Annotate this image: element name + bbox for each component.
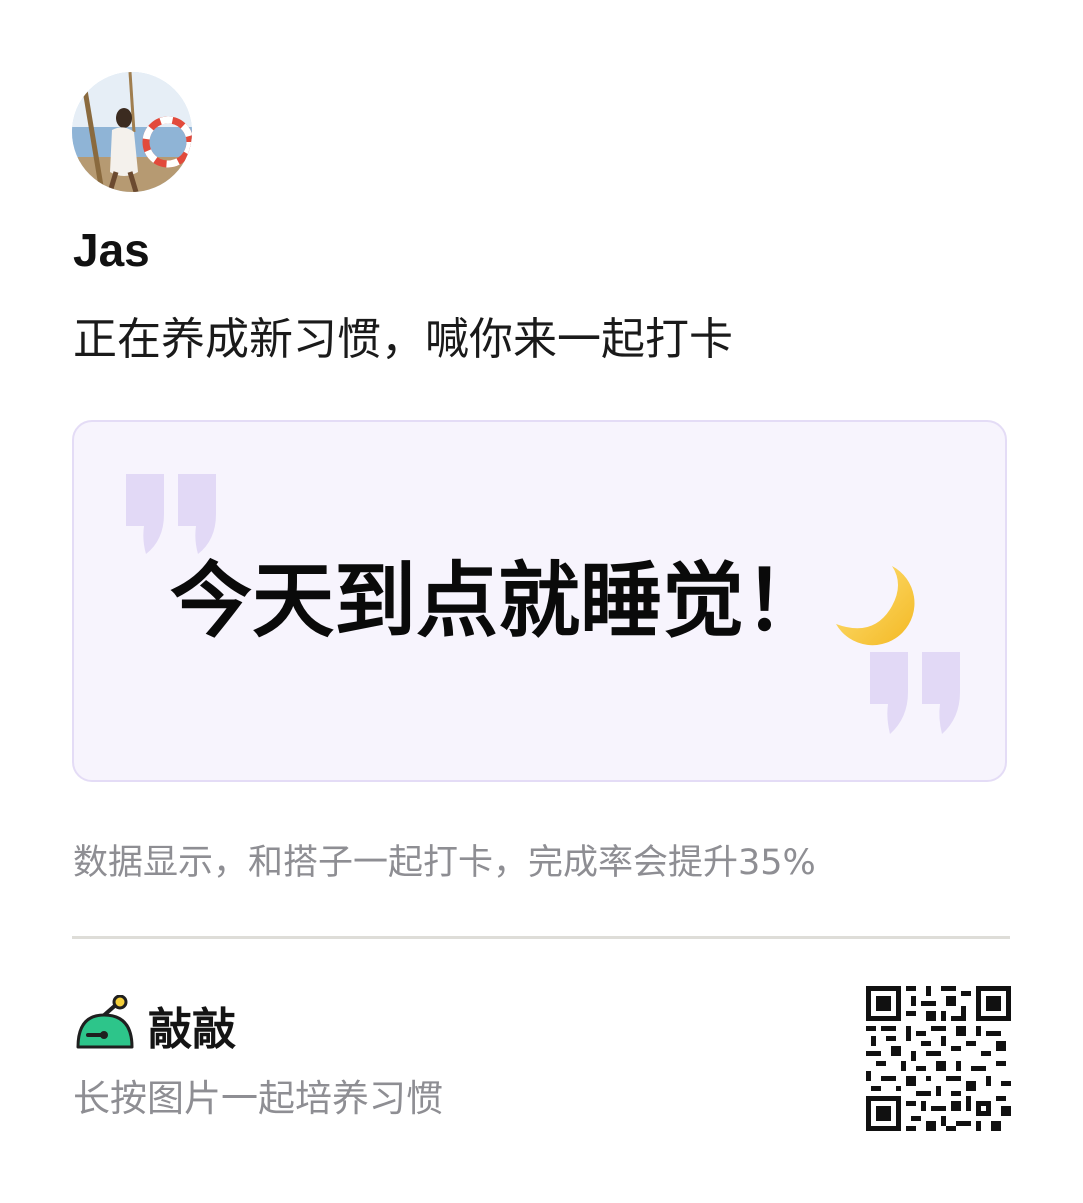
mallet-dome-logo-icon (76, 994, 134, 1049)
qr-code-icon[interactable] (866, 986, 1011, 1131)
crescent-moon-icon (836, 566, 915, 646)
app-name: 敲敲 (148, 1004, 236, 1055)
app-logo (74, 994, 136, 1061)
quote-card: 今天到点就睡觉！ (72, 420, 1007, 782)
habit-quote: 今天到点就睡觉！ (170, 554, 827, 649)
open-quote-icon (126, 474, 216, 554)
close-quote-icon (870, 652, 960, 734)
avatar (72, 72, 192, 192)
invite-message: 正在养成新习惯，喊你来一起打卡 (73, 314, 733, 365)
divider (72, 936, 1010, 939)
app-caption: 长按图片一起培养习惯 (73, 1077, 443, 1120)
stat-note: 数据显示，和搭子一起打卡，完成率会提升35% (73, 843, 816, 883)
user-name: Jas (73, 224, 150, 276)
avatar-photo-icon (72, 72, 192, 192)
